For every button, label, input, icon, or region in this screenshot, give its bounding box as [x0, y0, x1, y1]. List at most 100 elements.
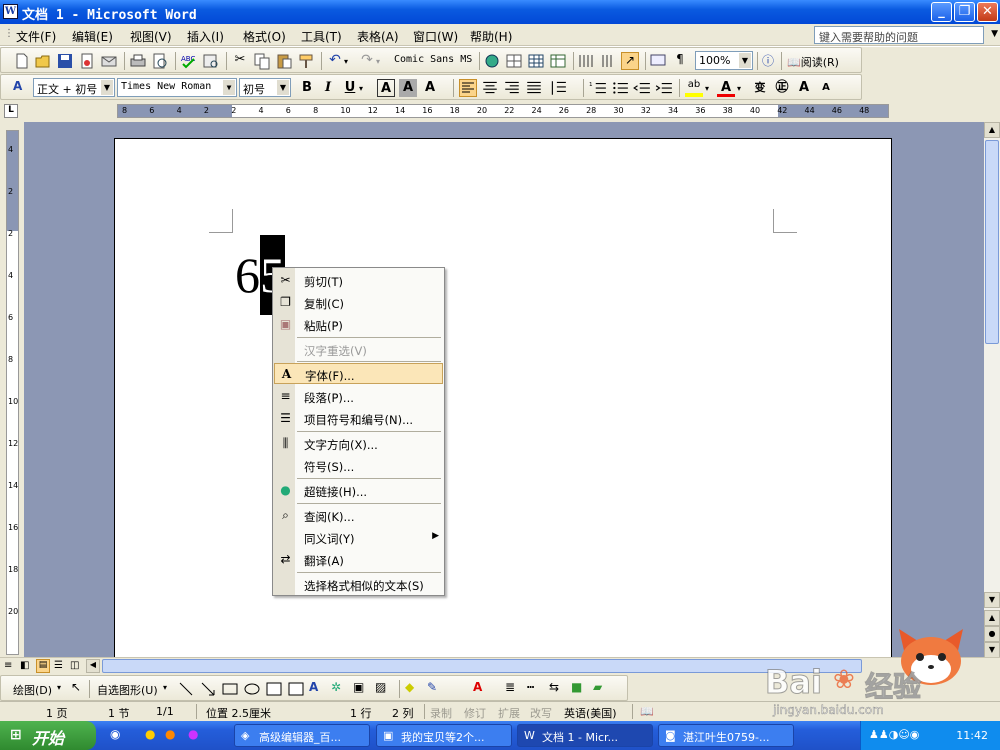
increase-indent-icon[interactable] — [655, 79, 673, 97]
insert-excel-icon[interactable] — [549, 52, 567, 70]
menu-item-copy[interactable]: ❐ 复制(C) — [274, 292, 443, 313]
taskbar-item-word[interactable]: W 文档 1 - Micr... — [517, 724, 653, 747]
quick-launch-icon[interactable]: ● — [145, 727, 155, 741]
open-folder-icon[interactable] — [34, 52, 52, 70]
justify-icon[interactable] — [525, 79, 543, 97]
char-border-icon[interactable]: A — [377, 79, 395, 97]
read-button[interactable]: 📖阅读(R) — [787, 54, 839, 70]
style-select[interactable]: 正文 + 初号 ▼ — [33, 78, 115, 97]
scroll-up-button[interactable]: ▲ — [984, 122, 1000, 138]
menu-item-font[interactable]: A 字体(F)... — [274, 363, 443, 384]
draw-font-color-icon[interactable]: A — [473, 680, 491, 698]
document-map-icon[interactable]: ↗ — [621, 52, 639, 70]
insert-table-icon[interactable] — [527, 52, 545, 70]
help-search-input[interactable]: 键入需要帮助的问题 — [814, 26, 984, 44]
taskbar-item-editor[interactable]: ◈ 高级编辑器_百... — [234, 724, 370, 747]
vertical-scrollbar[interactable]: ▲ ▼ ▲ ● ▼ — [984, 122, 1000, 658]
menu-format[interactable]: 格式(O) — [243, 28, 286, 45]
char-scale-icon[interactable]: A — [421, 79, 439, 97]
print-preview-icon[interactable] — [151, 52, 169, 70]
numbering-icon[interactable]: 1 — [589, 79, 607, 97]
align-left-icon[interactable] — [459, 79, 477, 97]
tab-selector[interactable]: L — [4, 104, 18, 118]
research-icon[interactable] — [202, 52, 220, 70]
web-view-icon[interactable]: ◧ — [20, 660, 29, 671]
line-color-icon[interactable]: ✎ — [427, 680, 445, 698]
scroll-thumb[interactable] — [985, 140, 999, 344]
oval-icon[interactable] — [243, 680, 261, 698]
font-size-select[interactable]: 初号 ▼ — [239, 78, 291, 97]
menu-item-lookup[interactable]: ⌕ 查阅(K)... — [274, 505, 443, 526]
select-objects-icon[interactable]: ↖ — [71, 680, 81, 694]
cut-icon[interactable]: ✂ — [231, 52, 249, 70]
style-dropdown-icon[interactable]: ▼ — [101, 80, 113, 95]
print-icon[interactable] — [129, 52, 147, 70]
new-document-icon[interactable] — [13, 52, 31, 70]
undo-icon[interactable]: ↶ — [326, 52, 344, 70]
pilcrow-icon[interactable]: ¶ — [671, 52, 689, 70]
reading-view-icon[interactable]: ◫ — [70, 660, 79, 671]
picture-icon[interactable]: ▨ — [375, 680, 393, 698]
menu-item-symbol[interactable]: 符号(S)... — [274, 455, 443, 476]
line-icon[interactable] — [177, 680, 195, 698]
menu-item-text-direction[interactable]: ⫼ 文字方向(X)... — [274, 433, 443, 454]
menu-item-paragraph[interactable]: ≡ 段落(P)... — [274, 386, 443, 407]
taskbar-item-chat[interactable]: ◙ 湛江叶生0759-... — [658, 724, 794, 747]
line-spacing-icon[interactable] — [549, 79, 567, 97]
scroll-left-button[interactable]: ◀ — [86, 659, 100, 673]
quick-launch-icon[interactable]: ● — [165, 727, 175, 741]
taskbar-item-shop[interactable]: ▣ 我的宝贝等2个... — [376, 724, 512, 747]
enclose-char-icon[interactable]: ㊣ — [773, 79, 791, 97]
redo-dropdown-icon[interactable]: ▾ — [376, 57, 394, 75]
diagram-icon[interactable]: ✲ — [331, 680, 349, 698]
spelling-icon[interactable]: ABC — [180, 52, 198, 70]
email-icon[interactable] — [100, 52, 118, 70]
status-record[interactable]: 录制 — [430, 705, 452, 721]
char-shading-icon[interactable]: A — [399, 79, 417, 97]
format-painter-icon[interactable] — [297, 52, 315, 70]
vertical-textbox-icon[interactable] — [287, 680, 305, 698]
close-button[interactable]: ✕ — [977, 2, 998, 22]
normal-view-icon[interactable]: ≡ — [4, 660, 12, 671]
redo-icon[interactable]: ↷ — [358, 52, 376, 70]
font-color-icon[interactable]: A — [717, 79, 735, 97]
print-layout-icon[interactable]: ▤ — [36, 659, 50, 673]
horizontal-ruler[interactable]: 8 6 4 2 2 4 6 8 10 12 14 16 18 20 22 24 26 28 30 32 34 36 38 40… — [117, 104, 889, 118]
wordart-icon[interactable]: A — [309, 680, 327, 698]
font-select[interactable]: Times New Roman ▼ — [117, 78, 237, 97]
save-icon[interactable] — [56, 52, 74, 70]
outline-view-icon[interactable]: ☰ — [54, 660, 63, 671]
dash-style-icon[interactable]: ┅ — [527, 680, 545, 698]
menu-item-select-similar[interactable]: 选择格式相似的文本(S) — [274, 574, 443, 595]
zoom-select[interactable]: 100% ▼ — [695, 51, 753, 70]
font-dropdown-icon[interactable]: ▼ — [223, 80, 235, 95]
menu-help[interactable]: 帮助(H) — [470, 28, 512, 45]
menu-item-synonyms[interactable]: 同义词(Y) ▶ — [274, 527, 443, 548]
word-app-icon[interactable]: W — [3, 4, 18, 19]
size-dropdown-icon[interactable]: ▼ — [277, 80, 289, 95]
menu-item-paste[interactable]: ▣ 粘贴(P) — [274, 314, 443, 335]
rectangle-icon[interactable] — [221, 680, 239, 698]
previous-page-button[interactable]: ▲ — [984, 610, 1000, 626]
grow-font-icon[interactable]: A — [795, 79, 813, 97]
quick-launch-icon[interactable]: ● — [188, 727, 198, 741]
font-preview-combo[interactable]: Comic Sans MS — [394, 54, 472, 65]
draw-menu-button[interactable]: 绘图(D) — [13, 682, 52, 698]
paste-icon[interactable] — [275, 52, 293, 70]
quick-launch-icon[interactable]: ◉ — [110, 727, 120, 741]
status-language[interactable]: 英语(美国) — [564, 705, 617, 721]
menu-view[interactable]: 视图(V) — [130, 28, 172, 45]
tables-borders-icon[interactable] — [505, 52, 523, 70]
line-style-icon[interactable]: ≣ — [505, 680, 523, 698]
minimize-button[interactable]: _ — [931, 2, 952, 22]
menu-file[interactable]: 文件(F) — [16, 28, 56, 45]
autoshapes-button[interactable]: 自选图形(U) — [97, 682, 158, 698]
autoshapes-dropdown-icon[interactable]: ▾ — [163, 683, 167, 692]
maximize-button[interactable]: ❐ — [954, 2, 975, 22]
align-center-icon[interactable] — [481, 79, 499, 97]
bold-button[interactable]: B — [298, 79, 316, 97]
phonetic-guide-icon[interactable]: 变 — [751, 79, 769, 97]
menu-item-hyperlink[interactable]: ● 超链接(H)... — [274, 480, 443, 501]
start-button[interactable]: ⊞ 开始 — [0, 721, 96, 750]
menu-item-cut[interactable]: ✂ 剪切(T) — [274, 270, 443, 291]
